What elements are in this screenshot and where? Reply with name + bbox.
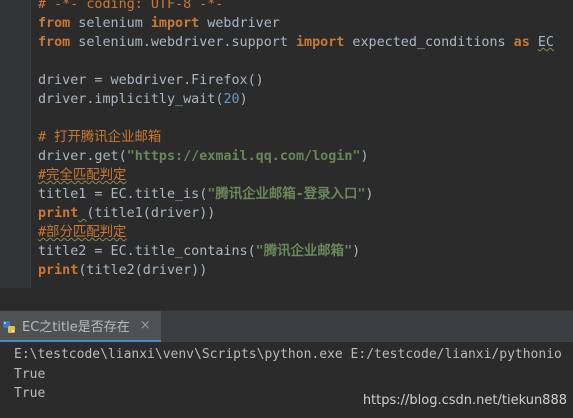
code-token: from xyxy=(38,35,71,50)
code-token: ) xyxy=(360,149,369,164)
code-token: ) xyxy=(239,92,248,107)
console-line: True xyxy=(14,366,46,382)
code-token: expected_conditions xyxy=(344,35,514,50)
code-token: as xyxy=(513,35,530,50)
console-line: True xyxy=(14,386,46,401)
code-token: "腾讯企业邮箱-登录入口" xyxy=(207,187,366,202)
code-token: title2 = EC.title_contains( xyxy=(38,244,256,259)
code-token: 20 xyxy=(223,92,240,107)
code-line: print (title1(driver)) xyxy=(38,204,554,223)
code-line: # -*- coding: UTF-8 -*- xyxy=(38,0,554,14)
code-token: (title2(driver)) xyxy=(78,263,208,278)
code-token: print xyxy=(38,206,79,221)
code-line: from selenium.webdriver.support import e… xyxy=(38,33,554,52)
code-token: "https://exmail.qq.com/login" xyxy=(126,149,361,164)
python-run-icon xyxy=(2,319,16,333)
code-token: webdriver xyxy=(199,16,280,31)
code-line: title1 = EC.title_is("腾讯企业邮箱-登录入口") xyxy=(38,185,554,204)
code-text[interactable]: # -*- coding: UTF-8 -*- from selenium imp… xyxy=(38,0,554,280)
code-line: driver.get("https://exmail.qq.com/login"… xyxy=(38,147,554,166)
editor-bottom-area xyxy=(0,288,573,310)
code-token: #部分匹配判定 xyxy=(38,225,127,240)
console-line: E:\testcode\lianxi\venv\Scripts\python.e… xyxy=(14,347,562,362)
code-token: ) xyxy=(365,187,374,202)
code-token: from xyxy=(38,16,71,31)
code-token: driver.implicitly_wait( xyxy=(38,92,224,107)
run-tab[interactable]: EC之title是否存在 × xyxy=(0,311,161,343)
code-token: title1 = EC.title_is( xyxy=(38,187,208,202)
code-line: title2 = EC.title_contains("腾讯企业邮箱") xyxy=(38,242,554,261)
code-token: selenium.webdriver.support xyxy=(70,35,296,50)
editor-gutter xyxy=(0,0,31,288)
code-editor[interactable]: # -*- coding: UTF-8 -*- from selenium imp… xyxy=(0,0,573,288)
code-token: (title1(driver)) xyxy=(86,206,216,221)
code-token: selenium xyxy=(70,16,151,31)
code-token: driver = webdriver.Firefox() xyxy=(38,73,264,88)
code-token: import xyxy=(150,16,200,31)
watermark: https://blog.csdn.net/tiekun888 xyxy=(362,393,567,408)
run-tool-window-header: EC之title是否存在 × xyxy=(0,310,573,344)
code-line: print(title2(driver)) xyxy=(38,261,554,280)
code-token: import xyxy=(295,35,345,50)
run-tab-label: EC之title是否存在 xyxy=(22,320,130,335)
code-token: "腾讯企业邮箱" xyxy=(255,244,353,259)
code-line: #完全匹配判定 xyxy=(38,166,554,185)
code-token: print xyxy=(38,263,79,278)
code-line: driver = webdriver.Firefox() xyxy=(38,71,554,90)
close-icon[interactable]: × xyxy=(140,318,151,333)
code-token: ) xyxy=(352,244,361,259)
code-token: driver.get( xyxy=(38,149,127,164)
code-line: driver.implicitly_wait(20) xyxy=(38,90,554,109)
code-token: # -*- coding: UTF-8 -*- xyxy=(38,0,224,12)
code-token: # 打开腾讯企业邮箱 xyxy=(38,130,162,145)
code-line: # 打开腾讯企业邮箱 xyxy=(38,128,554,147)
run-console[interactable]: E:\testcode\lianxi\venv\Scripts\python.e… xyxy=(0,342,573,418)
code-line: #部分匹配判定 xyxy=(38,223,554,242)
code-token: #完全匹配判定 xyxy=(38,168,127,183)
code-token: EC xyxy=(537,35,554,50)
code-line: from selenium import webdriver xyxy=(38,14,554,33)
